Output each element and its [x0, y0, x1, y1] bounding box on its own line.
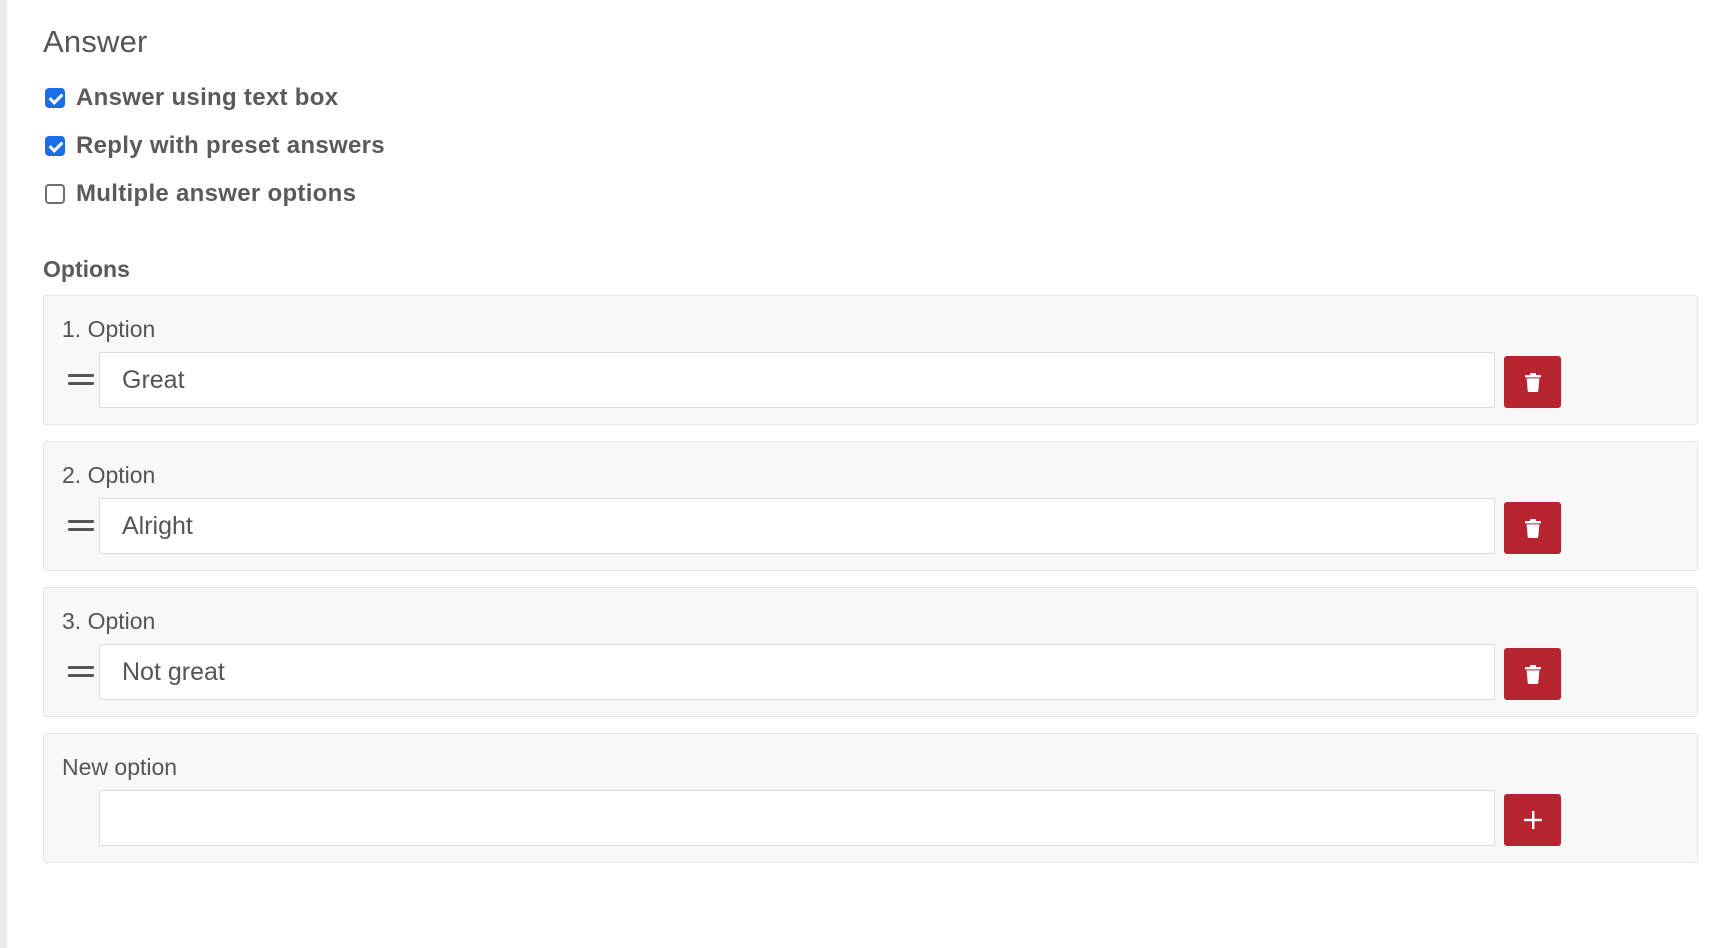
- trash-icon: [1524, 664, 1541, 684]
- option-label: 2. Option: [62, 462, 156, 488]
- drag-handle-icon[interactable]: [68, 666, 94, 680]
- drag-handle-icon[interactable]: [68, 520, 94, 534]
- preset-answers-label[interactable]: Reply with preset answers: [76, 132, 385, 160]
- delete-option-button[interactable]: [1504, 356, 1561, 408]
- option-input[interactable]: [99, 352, 1495, 408]
- answer-section-title: Answer: [43, 24, 148, 59]
- answer-text-box-row[interactable]: Answer using text box: [43, 78, 1720, 118]
- answer-text-box-label[interactable]: Answer using text box: [76, 84, 338, 112]
- options-heading: Options: [43, 256, 130, 282]
- delete-option-button[interactable]: [1504, 502, 1561, 554]
- option-card: 3. Option: [43, 587, 1698, 717]
- multiple-answer-options-row[interactable]: Multiple answer options: [43, 174, 1720, 214]
- option-input[interactable]: [99, 644, 1495, 700]
- new-option-label: New option: [62, 754, 178, 780]
- new-option-input[interactable]: [99, 790, 1495, 846]
- option-label: 1. Option: [62, 316, 156, 342]
- option-label: 3. Option: [62, 608, 156, 634]
- option-card: 1. Option: [43, 295, 1698, 425]
- trash-icon: [1524, 372, 1541, 392]
- new-option-card: New option: [43, 733, 1698, 863]
- answer-text-box-checkbox[interactable]: [45, 88, 65, 108]
- answer-settings-panel: Answer Answer using text box Reply with …: [0, 0, 1720, 948]
- preset-answers-checkbox[interactable]: [45, 136, 65, 156]
- add-option-button[interactable]: [1504, 794, 1561, 846]
- trash-icon: [1524, 518, 1541, 538]
- option-card: 2. Option: [43, 441, 1698, 571]
- multiple-answer-options-label[interactable]: Multiple answer options: [76, 180, 356, 208]
- delete-option-button[interactable]: [1504, 648, 1561, 700]
- drag-handle-icon[interactable]: [68, 374, 94, 388]
- option-input[interactable]: [99, 498, 1495, 554]
- plus-icon: [1523, 811, 1542, 829]
- multiple-answer-options-checkbox[interactable]: [45, 184, 65, 204]
- preset-answers-row[interactable]: Reply with preset answers: [43, 126, 1720, 166]
